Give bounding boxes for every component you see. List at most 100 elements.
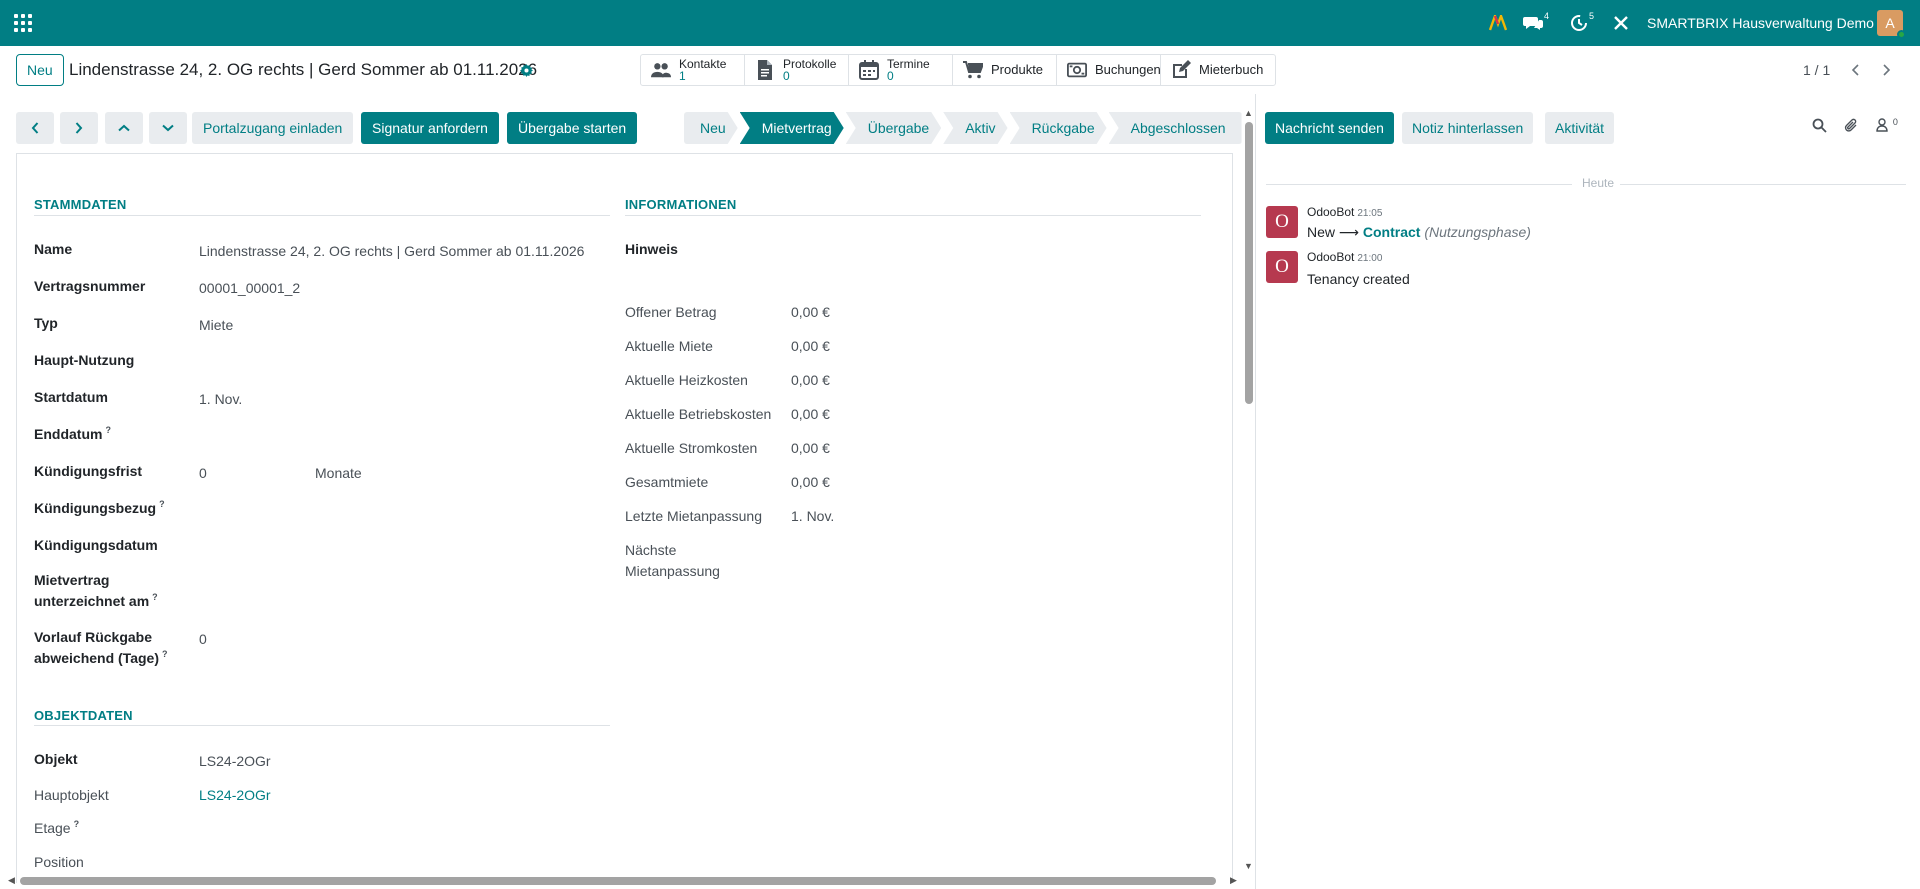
scrollbar-thumb[interactable] — [1245, 122, 1253, 404]
cart-icon — [963, 60, 983, 80]
name-field[interactable]: Lindenstrasse 24, 2. OG rechts | Gerd So… — [199, 241, 584, 262]
messages-icon[interactable]: 4 — [1523, 0, 1549, 46]
name-label: Name — [34, 241, 73, 257]
message-author[interactable]: OdooBot — [1307, 250, 1354, 264]
section-divider — [625, 215, 1201, 216]
main-object-link[interactable]: LS24-2OGr — [199, 785, 271, 806]
stage-abgeschlossen[interactable]: Abgeschlossen — [1108, 112, 1242, 144]
search-icon[interactable] — [1812, 118, 1827, 136]
move-up-button[interactable] — [105, 112, 143, 144]
contract-number-field[interactable]: 00001_00001_2 — [199, 278, 300, 299]
message-author[interactable]: OdooBot — [1307, 205, 1354, 219]
paperclip-icon[interactable] — [1844, 118, 1858, 136]
stage-neu[interactable]: Neu — [684, 112, 738, 144]
smart-button-count: 0 — [783, 69, 790, 83]
heating-costs-field: 0,00 € — [791, 372, 830, 388]
gear-icon[interactable] — [520, 64, 533, 80]
smart-button-mieterbuch[interactable]: Mieterbuch — [1161, 55, 1275, 85]
request-signature-button[interactable]: Signatur anfordern — [361, 112, 499, 144]
smart-button-produkte[interactable]: Produkte — [953, 55, 1057, 85]
section-title-objektdaten: OBJEKTDATEN — [34, 708, 133, 723]
smart-button-termine[interactable]: Termine 0 — [849, 55, 953, 85]
next-rent-adjustment-line1: Nächste — [625, 542, 677, 558]
scroll-down-arrow-icon[interactable]: ▼ — [1244, 861, 1253, 871]
edit-icon — [1171, 60, 1191, 80]
message-time: 21:00 — [1357, 253, 1383, 264]
new-button[interactable]: Neu — [16, 54, 64, 86]
move-down-button[interactable] — [149, 112, 187, 144]
day-separator: Heute — [1266, 176, 1906, 192]
log-note-button[interactable]: Notiz hinterlassen — [1402, 112, 1534, 144]
notice-period-unit[interactable]: Monate — [315, 463, 362, 484]
smart-button-protokolle[interactable]: Protokolle 0 — [745, 55, 849, 85]
previous-record-button[interactable] — [16, 112, 54, 144]
pager-value[interactable]: 1 / 1 — [1803, 46, 1830, 94]
chevron-up-icon — [118, 124, 130, 132]
activity-button[interactable]: Aktivität — [1545, 112, 1615, 144]
portal-invite-button[interactable]: Portalzugang einladen — [192, 112, 354, 144]
object-field[interactable]: LS24-2OGr — [199, 751, 271, 772]
company-switcher[interactable]: SMARTBRIX Hausverwaltung Demo — [1647, 0, 1874, 46]
messages-count: 4 — [1544, 11, 1550, 21]
note-label: Hinweis — [625, 241, 678, 257]
brand-logo-icon[interactable] — [1489, 0, 1507, 46]
next-record-button[interactable] — [60, 112, 98, 144]
control-panel: Neu Lindenstrasse 24, 2. OG rechts | Ger… — [0, 46, 1920, 94]
scroll-up-arrow-icon[interactable]: ▲ — [1244, 108, 1253, 118]
send-message-button[interactable]: Nachricht senden — [1265, 112, 1394, 144]
help-icon[interactable]: ? — [162, 649, 168, 659]
message-avatar[interactable]: O — [1266, 251, 1298, 283]
followers-icon[interactable]: 0 — [1876, 117, 1898, 135]
stage-rueckgabe[interactable]: Rückgabe — [1010, 112, 1107, 144]
notice-reference-label: Kündigungsbezug? — [34, 498, 165, 521]
stage-mietvertrag[interactable]: Mietvertrag — [740, 112, 844, 144]
smart-button-kontakte[interactable]: Kontakte 1 — [641, 55, 745, 85]
return-lead-field[interactable]: 0 — [199, 629, 207, 650]
section-divider — [34, 215, 610, 216]
user-avatar[interactable]: A — [1877, 10, 1906, 39]
scroll-right-arrow-icon[interactable]: ▶ — [1230, 875, 1237, 886]
help-icon[interactable]: ? — [74, 819, 80, 829]
current-rent-label: Aktuelle Miete — [625, 338, 713, 354]
main-object-label: Hauptobjekt — [34, 787, 109, 803]
message-avatar[interactable]: O — [1266, 206, 1298, 238]
smart-button-count: 1 — [679, 69, 686, 83]
separator-line — [1620, 184, 1906, 185]
contract-number-label: Vertragsnummer — [34, 278, 146, 294]
tracking-new-value: Contract — [1362, 224, 1421, 240]
notice-reference-label-text: Kündigungsbezug — [34, 500, 157, 516]
start-date-field[interactable]: 1. Nov. — [199, 389, 242, 410]
form-vertical-scrollbar[interactable]: ▲ ▼ — [1243, 108, 1254, 873]
scrollbar-thumb[interactable] — [20, 877, 1216, 885]
pager-next-button[interactable] — [1873, 58, 1901, 82]
followers-count: 0 — [1892, 117, 1898, 127]
avatar-letter: A — [1885, 15, 1895, 31]
scroll-left-arrow-icon[interactable]: ◀ — [8, 875, 15, 886]
help-icon[interactable]: ? — [105, 425, 111, 435]
next-rent-adjustment-line2: Mietanpassung — [625, 563, 720, 579]
help-icon[interactable]: ? — [159, 499, 165, 509]
stage-statusbar: Neu Mietvertrag Übergabe Aktiv Rückgabe … — [684, 112, 1244, 144]
total-rent-label: Gesamtmiete — [625, 474, 709, 490]
chevron-left-icon — [1851, 64, 1859, 76]
total-rent-field: 0,00 € — [791, 474, 830, 490]
app-menu-icon[interactable] — [14, 14, 32, 32]
help-icon[interactable]: ? — [152, 592, 158, 602]
activities-icon[interactable]: 5 — [1570, 0, 1594, 46]
stage-uebergabe[interactable]: Übergabe — [846, 112, 942, 144]
notice-period-field[interactable]: 0 — [199, 463, 207, 484]
smart-button-buchungen[interactable]: Buchungen — [1057, 55, 1161, 85]
start-date-label: Startdatum — [34, 389, 108, 405]
tools-icon[interactable] — [1613, 0, 1629, 46]
tracking-message: New ⟶ Contract (Nutzungsphase) — [1307, 224, 1531, 241]
pager-previous-button[interactable] — [1841, 58, 1869, 82]
start-handover-button[interactable]: Übergabe starten — [507, 112, 638, 144]
message-header: OdooBot 21:00 — [1307, 250, 1382, 264]
contract-signed-label-line1: Mietvertrag — [34, 572, 110, 588]
stage-aktiv[interactable]: Aktiv — [943, 112, 1007, 144]
return-lead-label-line1: Vorlauf Rückgabe — [34, 629, 152, 645]
position-label: Position — [34, 854, 84, 870]
type-field[interactable]: Miete — [199, 315, 233, 336]
smart-button-label: Protokolle — [783, 57, 837, 71]
form-horizontal-scrollbar[interactable]: ◀ ▶ — [8, 875, 1238, 887]
